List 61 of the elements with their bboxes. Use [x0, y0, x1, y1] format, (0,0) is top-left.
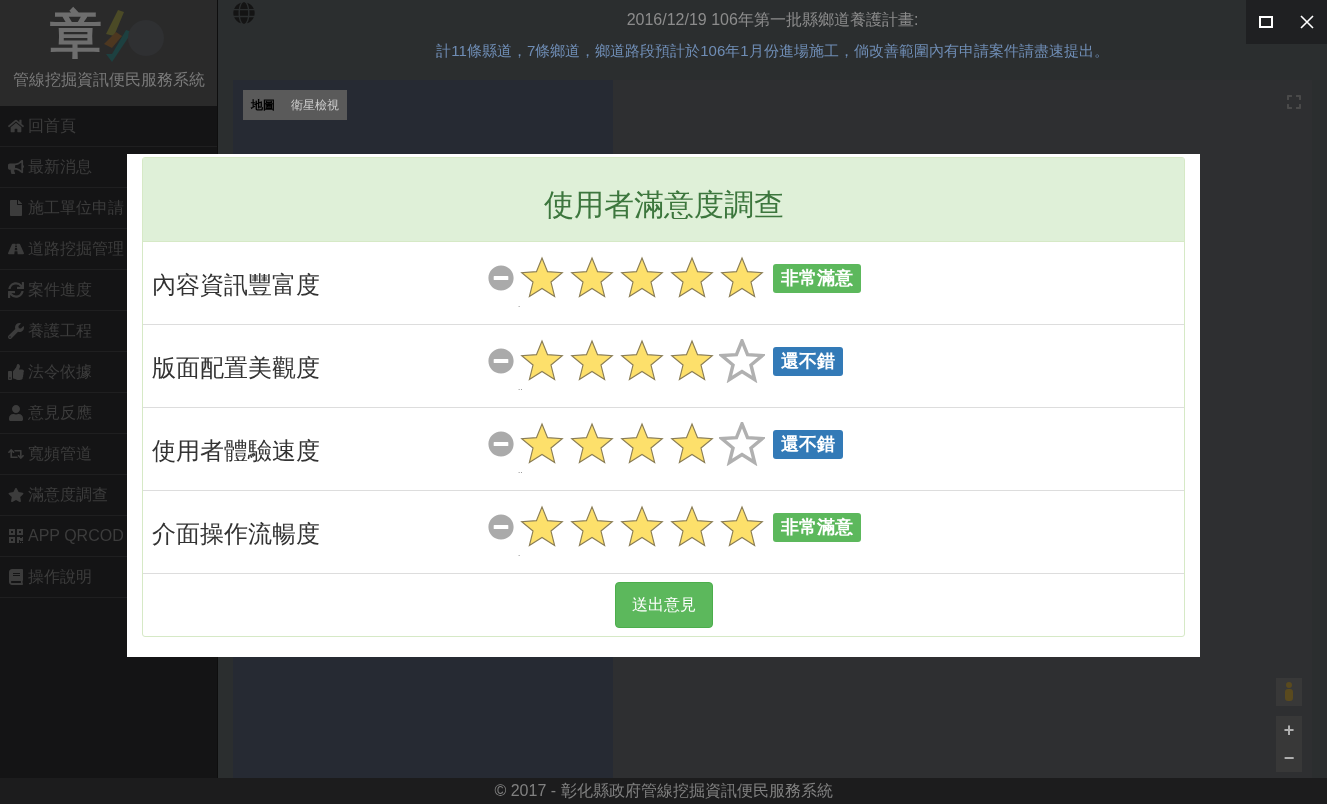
map-type-tab[interactable]: 地圖 — [243, 90, 283, 120]
clear-rating-icon[interactable] — [488, 431, 514, 457]
megaphone-icon — [8, 159, 24, 175]
maximize-icon[interactable] — [1259, 16, 1274, 28]
wrench-icon — [8, 323, 24, 339]
filled-star-icon[interactable] — [519, 505, 565, 549]
filled-star-icon[interactable] — [569, 256, 615, 300]
rating-badge: 非常滿意 — [773, 512, 861, 542]
empty-star-icon[interactable] — [719, 422, 765, 466]
logo-mark: 章 — [49, 4, 102, 64]
announcement-text: 計11條縣道，7條鄉道，鄉道路段預計於106年1月份進場施工，倘改善範圍內有申請案件請盡速提出。 — [436, 41, 1109, 61]
zoom-in-button[interactable]: + — [1276, 716, 1302, 744]
star-rating[interactable] — [519, 505, 765, 549]
qr-code-icon — [8, 528, 24, 544]
filled-star-icon[interactable] — [669, 339, 715, 383]
survey-title: 使用者滿意度調查 — [543, 187, 784, 223]
filled-star-icon[interactable] — [669, 422, 715, 466]
rating-badge: 還不錯 — [773, 429, 843, 459]
logo-title: 管線挖掘資訊便民服務系統 — [12, 70, 205, 90]
rating-badge: 還不錯 — [773, 346, 843, 376]
filled-star-icon[interactable] — [569, 505, 615, 549]
filled-star-icon[interactable] — [669, 505, 715, 549]
filled-star-icon[interactable] — [519, 256, 565, 300]
repeat-icon — [8, 446, 24, 462]
map-type-tab[interactable]: 衛星檢視 — [283, 90, 347, 120]
user-icon — [8, 405, 24, 421]
close-icon[interactable] — [1299, 15, 1314, 29]
clear-rating-icon[interactable] — [488, 265, 514, 291]
star-rating[interactable] — [519, 339, 765, 383]
refresh-icon — [8, 282, 24, 298]
filled-star-icon[interactable] — [619, 422, 665, 466]
filled-star-icon[interactable] — [719, 256, 765, 300]
rating-caption: .. — [518, 383, 524, 393]
announcement-title: 2016/12/19 106年第一批縣鄉道養護計畫: — [626, 10, 919, 30]
submit-button[interactable]: 送出意見 — [614, 582, 713, 628]
filled-star-icon[interactable] — [569, 422, 615, 466]
filled-star-icon[interactable] — [719, 505, 765, 549]
filled-star-icon[interactable] — [669, 256, 715, 300]
filled-star-icon[interactable] — [519, 339, 565, 383]
road-icon — [8, 241, 24, 257]
book-icon — [8, 569, 24, 585]
file-icon — [8, 200, 24, 216]
rating-caption: .. — [518, 466, 524, 476]
clear-rating-icon[interactable] — [488, 514, 514, 540]
empty-star-icon[interactable] — [719, 339, 765, 383]
star-rating[interactable] — [519, 256, 765, 300]
filled-star-icon[interactable] — [619, 256, 665, 300]
zoom-out-button[interactable]: − — [1276, 744, 1302, 772]
star-rating[interactable] — [519, 422, 765, 466]
filled-star-icon[interactable] — [619, 339, 665, 383]
home-icon — [8, 118, 24, 134]
filled-star-icon[interactable] — [569, 339, 615, 383]
footer-text: © 2017 - 彰化縣政府管線挖掘資訊便民服務系統 — [494, 781, 833, 801]
filled-star-icon[interactable] — [619, 505, 665, 549]
rating-badge: 非常滿意 — [773, 263, 861, 293]
rating-caption: . — [518, 549, 522, 559]
clear-rating-icon[interactable] — [488, 348, 514, 374]
star-icon — [8, 487, 24, 503]
rating-caption: . — [518, 300, 522, 310]
filled-star-icon[interactable] — [519, 422, 565, 466]
thumbs-up-icon — [8, 364, 24, 380]
